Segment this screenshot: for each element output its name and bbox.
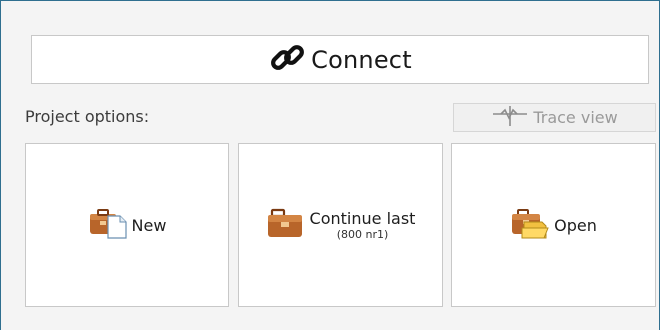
continue-last-label: Continue last <box>309 208 416 228</box>
new-label: New <box>131 215 167 235</box>
connect-label: Connect <box>311 45 412 74</box>
briefcase-icon <box>266 206 306 244</box>
trace-view-button[interactable]: Trace view <box>453 103 656 132</box>
open-label: Open <box>554 215 597 235</box>
open-project-icon <box>510 206 550 244</box>
connect-button[interactable]: Connect <box>31 35 649 84</box>
continue-last-tile[interactable]: Continue last (800 nr1) <box>238 143 443 307</box>
open-project-tile[interactable]: Open <box>451 143 656 307</box>
link-icon <box>268 38 308 82</box>
new-project-tile[interactable]: New <box>25 143 229 307</box>
continue-last-sublabel: (800 nr1) <box>336 228 389 241</box>
project-window: Connect Project options: Trace view New … <box>0 0 660 330</box>
trace-view-label: Trace view <box>533 108 618 127</box>
project-options-label: Project options: <box>25 107 150 126</box>
trace-icon <box>491 105 529 131</box>
new-project-icon <box>88 206 128 244</box>
